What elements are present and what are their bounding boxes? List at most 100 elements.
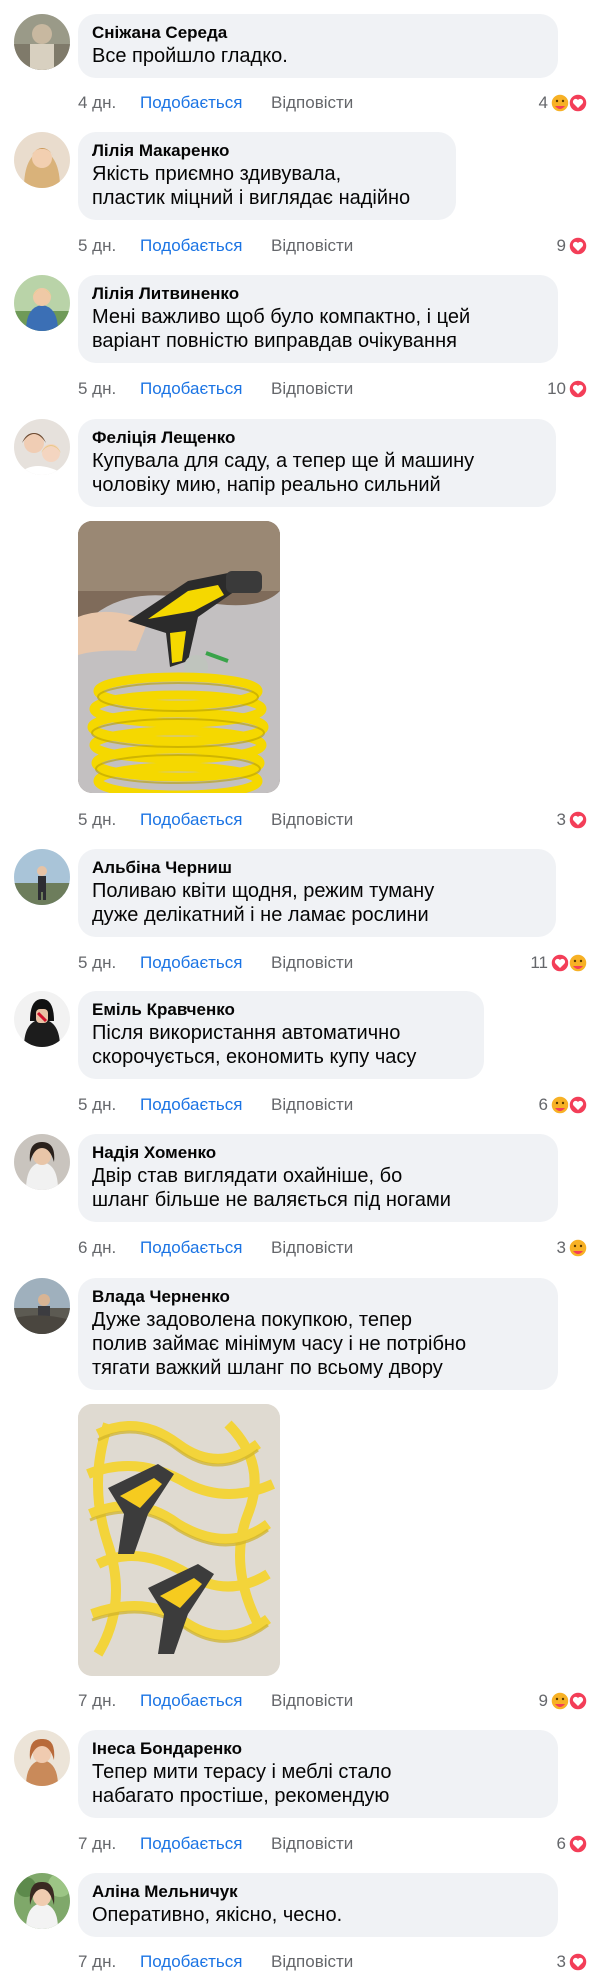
like-button[interactable]: Подобається: [140, 1236, 243, 1260]
reactions-summary[interactable]: 3: [557, 1236, 588, 1260]
avatar[interactable]: [14, 14, 70, 70]
author-name[interactable]: Аліна Мельничук: [92, 1881, 544, 1903]
comment-actions: 5 дн. Подобається Відповісти 11: [78, 951, 588, 975]
reactions-summary[interactable]: 4: [539, 91, 588, 115]
comment-text: Все пройшло гладко.: [92, 45, 288, 67]
comment-text: Дуже задоволена покупкою, тепер полив за…: [92, 1309, 467, 1379]
comment-text: Мені важливо щоб було компактно, і цей в…: [92, 306, 471, 352]
comment-time[interactable]: 5 дн.: [78, 951, 116, 975]
reactions-count: 9: [538, 1691, 548, 1710]
comment-actions: 4 дн. Подобається Відповісти 4: [78, 91, 588, 115]
reply-button[interactable]: Відповісти: [271, 377, 353, 401]
author-name[interactable]: Інеса Бондаренко: [92, 1738, 544, 1760]
comment-bubble: Лілія Макаренко Якість приємно здивувала…: [78, 132, 456, 220]
reply-button[interactable]: Відповісти: [271, 1236, 353, 1260]
care-reaction-icon: [568, 953, 588, 973]
reactions-count: 4: [538, 93, 548, 112]
love-reaction-icon: [568, 1834, 588, 1854]
reply-button[interactable]: Відповісти: [271, 1093, 353, 1117]
comment-actions: 5 дн. Подобається Відповісти 6: [78, 1093, 588, 1117]
avatar[interactable]: [14, 132, 70, 188]
like-button[interactable]: Подобається: [140, 1093, 243, 1117]
avatar[interactable]: [14, 419, 70, 475]
reply-button[interactable]: Відповісти: [271, 808, 353, 832]
reactions-summary[interactable]: 9: [539, 1689, 588, 1713]
love-reaction-icon: [568, 236, 588, 256]
avatar[interactable]: [14, 275, 70, 331]
comment-text: Двір став виглядати охайніше, бо шланг б…: [92, 1165, 451, 1211]
like-button[interactable]: Подобається: [140, 951, 243, 975]
reactions-count: 3: [556, 810, 566, 829]
comment-bubble: Еміль Кравченко Після використання автом…: [78, 991, 484, 1079]
author-name[interactable]: Влада Черненко: [92, 1286, 544, 1308]
love-reaction-icon: [568, 1691, 588, 1711]
comment-bubble: Надія Хоменко Двір став виглядати охайні…: [78, 1134, 558, 1222]
comment-bubble: Влада Черненко Дуже задоволена покупкою,…: [78, 1278, 558, 1390]
comment-actions: 6 дн. Подобається Відповісти 3: [78, 1236, 588, 1260]
comment-time[interactable]: 5 дн.: [78, 808, 116, 832]
comment-time[interactable]: 7 дн.: [78, 1950, 116, 1974]
author-name[interactable]: Надія Хоменко: [92, 1142, 544, 1164]
comment-photo[interactable]: [78, 1404, 280, 1676]
reply-button[interactable]: Відповісти: [271, 951, 353, 975]
reactions-summary[interactable]: 11: [530, 951, 588, 975]
author-name[interactable]: Феліція Лещенко: [92, 427, 542, 449]
reactions-summary[interactable]: 9: [557, 234, 588, 258]
avatar[interactable]: [14, 1730, 70, 1786]
love-reaction-icon: [568, 1952, 588, 1972]
like-button[interactable]: Подобається: [140, 234, 243, 258]
reactions-count: 6: [538, 1095, 548, 1114]
reply-button[interactable]: Відповісти: [271, 91, 353, 115]
comment-actions: 7 дн. Подобається Відповісти 3: [78, 1950, 588, 1974]
author-name[interactable]: Альбіна Черниш: [92, 857, 542, 879]
love-reaction-icon: [568, 810, 588, 830]
reply-button[interactable]: Відповісти: [271, 1950, 353, 1974]
comment-photo[interactable]: [78, 521, 280, 793]
reactions-summary[interactable]: 10: [547, 377, 588, 401]
comment-time[interactable]: 7 дн.: [78, 1689, 116, 1713]
like-button[interactable]: Подобається: [140, 1950, 243, 1974]
reply-button[interactable]: Відповісти: [271, 1689, 353, 1713]
reply-button[interactable]: Відповісти: [271, 234, 353, 258]
care-reaction-icon: [550, 1095, 570, 1115]
love-reaction-icon: [568, 93, 588, 113]
love-reaction-icon: [568, 1095, 588, 1115]
avatar[interactable]: [14, 1873, 70, 1929]
like-button[interactable]: Подобається: [140, 91, 243, 115]
comment-bubble: Феліція Лещенко Купувала для саду, а теп…: [78, 419, 556, 507]
comment-actions: 5 дн. Подобається Відповісти 10: [78, 377, 588, 401]
like-button[interactable]: Подобається: [140, 377, 243, 401]
avatar[interactable]: [14, 991, 70, 1047]
comment-text: Після використання автоматично скорочуєт…: [92, 1022, 417, 1068]
reactions-count: 10: [547, 379, 566, 398]
like-button[interactable]: Подобається: [140, 808, 243, 832]
author-name[interactable]: Сніжана Середа: [92, 22, 544, 44]
like-button[interactable]: Подобається: [140, 1689, 243, 1713]
comment-time[interactable]: 5 дн.: [78, 377, 116, 401]
avatar[interactable]: [14, 1134, 70, 1190]
comment-actions: 5 дн. Подобається Відповісти 3: [78, 808, 588, 832]
reactions-summary[interactable]: 6: [557, 1832, 588, 1856]
comment-bubble: Лілія Литвиненко Мені важливо щоб було к…: [78, 275, 558, 363]
avatar[interactable]: [14, 849, 70, 905]
author-name[interactable]: Еміль Кравченко: [92, 999, 470, 1021]
reactions-summary[interactable]: 3: [557, 808, 588, 832]
reactions-count: 6: [556, 1834, 566, 1853]
reactions-summary[interactable]: 6: [539, 1093, 588, 1117]
comment-time[interactable]: 5 дн.: [78, 1093, 116, 1117]
comment-time[interactable]: 4 дн.: [78, 91, 116, 115]
comment-bubble: Альбіна Черниш Поливаю квіти щодня, режи…: [78, 849, 556, 937]
care-reaction-icon: [568, 1238, 588, 1258]
comment-time[interactable]: 7 дн.: [78, 1832, 116, 1856]
like-button[interactable]: Подобається: [140, 1832, 243, 1856]
reply-button[interactable]: Відповісти: [271, 1832, 353, 1856]
author-name[interactable]: Лілія Макаренко: [92, 140, 442, 162]
comment-time[interactable]: 6 дн.: [78, 1236, 116, 1260]
author-name[interactable]: Лілія Литвиненко: [92, 283, 544, 305]
comment-time[interactable]: 5 дн.: [78, 234, 116, 258]
love-reaction-icon: [568, 379, 588, 399]
reactions-summary[interactable]: 3: [557, 1950, 588, 1974]
reactions-count: 9: [556, 236, 566, 255]
care-reaction-icon: [550, 1691, 570, 1711]
avatar[interactable]: [14, 1278, 70, 1334]
